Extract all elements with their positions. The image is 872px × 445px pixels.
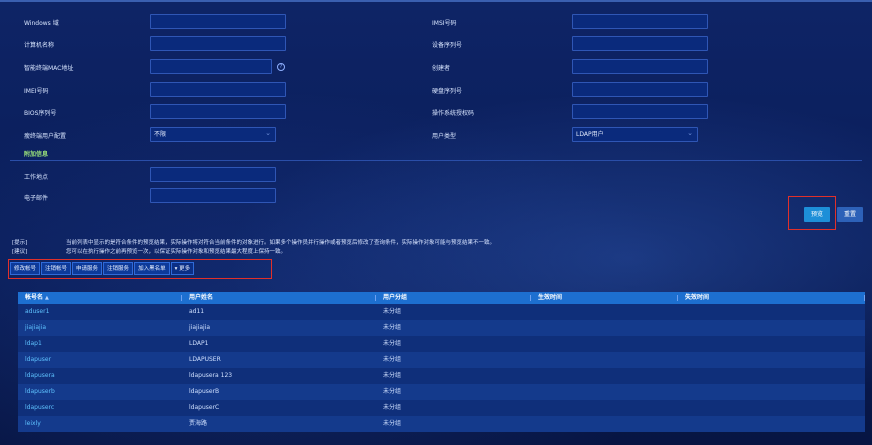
tip-text: 当前列表中显示的是符合条件的预览结果，实际操作将对符合当前条件的对象进行。如果多… xyxy=(66,240,496,246)
group-cell: 未分组 xyxy=(383,420,402,427)
column-header-end-time[interactable]: 失效时间 xyxy=(678,292,865,304)
suggest-text: 您可以在执行操作之前再预览一次，以保证实际操作对象和预览结果最大程度上保持一致。 xyxy=(66,249,287,255)
windows-domain-input[interactable] xyxy=(150,14,286,29)
end-time-cell xyxy=(678,416,865,432)
account-link[interactable]: jiajiajia xyxy=(18,320,182,336)
imei-label: IMEI号码 xyxy=(24,88,49,95)
user-table: 帐号名 ▲ 用户姓名 用户分组 生效时间 失效时间 aduser1 ad11 未分… xyxy=(18,292,865,432)
search-form: Windows 域 计算机名称 智能终端MAC地址 ? IMEI号码 BIOS序… xyxy=(0,0,872,232)
start-time-cell xyxy=(531,416,678,432)
user-type-select[interactable]: LDAP用户 xyxy=(572,127,698,142)
email-input[interactable] xyxy=(150,188,276,203)
creator-label: 创建者 xyxy=(432,65,451,72)
suggest-tag: [建议] xyxy=(12,249,28,255)
disk-serial-label: 硬盘序列号 xyxy=(432,88,463,95)
table-header: 帐号名 ▲ 用户姓名 用户分组 生效时间 失效时间 xyxy=(18,292,865,304)
highlight-box-actions xyxy=(8,259,272,279)
computer-name-label: 计算机名称 xyxy=(24,42,55,49)
os-license-label: 操作系统授权码 xyxy=(432,110,475,117)
start-time-cell xyxy=(531,304,678,320)
help-icon[interactable]: ? xyxy=(277,63,285,71)
end-time-cell xyxy=(678,352,865,368)
user-name-cell: 贾海路 xyxy=(189,420,208,427)
start-time-cell xyxy=(531,320,678,336)
account-link[interactable]: ldapusera xyxy=(18,368,182,384)
os-license-input[interactable] xyxy=(572,104,708,119)
account-link[interactable]: ldapuserb xyxy=(18,384,182,400)
column-header-account[interactable]: 帐号名 ▲ xyxy=(18,292,182,304)
start-time-cell xyxy=(531,352,678,368)
column-separator xyxy=(864,295,865,301)
imsi-input[interactable] xyxy=(572,14,708,29)
table-row[interactable]: ldapuserb ldapuserB 未分组 xyxy=(18,384,865,400)
sort-asc-icon[interactable]: ▲ xyxy=(45,295,49,301)
start-time-cell xyxy=(531,400,678,416)
table-row[interactable]: ldap1 LDAP1 未分组 xyxy=(18,336,865,352)
end-time-cell xyxy=(678,400,865,416)
device-serial-label: 设备序列号 xyxy=(432,42,463,49)
group-cell: 未分组 xyxy=(383,324,402,331)
imsi-label: IMSI号码 xyxy=(432,20,457,27)
end-time-cell xyxy=(678,320,865,336)
user-name-cell: LDAPUSER xyxy=(189,356,221,363)
column-header-start-time[interactable]: 生效时间 xyxy=(531,292,678,304)
user-name-cell: ldapuserC xyxy=(189,404,220,411)
account-link[interactable]: aduser1 xyxy=(18,304,182,320)
start-time-cell xyxy=(531,384,678,400)
start-time-cell xyxy=(531,368,678,384)
device-serial-input[interactable] xyxy=(572,36,708,51)
table-row[interactable]: ldapuser LDAPUSER 未分组 xyxy=(18,352,865,368)
section-divider xyxy=(10,160,862,161)
end-time-cell xyxy=(678,336,865,352)
table-row[interactable]: leixly 贾海路 未分组 xyxy=(18,416,865,432)
work-location-input[interactable] xyxy=(150,167,276,182)
user-name-cell: jiajiajia xyxy=(189,324,211,331)
table-row[interactable]: aduser1 ad11 未分组 xyxy=(18,304,865,320)
email-label: 电子邮件 xyxy=(24,195,49,202)
group-cell: 未分组 xyxy=(383,388,402,395)
end-time-cell xyxy=(678,368,865,384)
group-cell: 未分组 xyxy=(383,356,402,363)
reset-button[interactable]: 重置 xyxy=(837,207,863,222)
account-link[interactable]: ldap1 xyxy=(18,336,182,352)
column-header-name[interactable]: 用户姓名 xyxy=(182,292,376,304)
table-row[interactable]: ldapuserc ldapuserC 未分组 xyxy=(18,400,865,416)
user-name-cell: ldapuserB xyxy=(189,388,220,395)
extra-info-title: 附加信息 xyxy=(24,151,49,158)
user-name-cell: ad11 xyxy=(189,308,205,315)
imei-input[interactable] xyxy=(150,82,286,97)
column-header-group[interactable]: 用户分组 xyxy=(376,292,531,304)
user-name-cell: ldapusera 123 xyxy=(189,372,233,379)
bios-serial-input[interactable] xyxy=(150,104,286,119)
group-cell: 未分组 xyxy=(383,308,402,315)
table-body: aduser1 ad11 未分组 jiajiajia jiajiajia 未分组… xyxy=(18,304,865,432)
mac-address-input[interactable] xyxy=(150,59,272,74)
start-time-cell xyxy=(531,336,678,352)
work-location-label: 工作地点 xyxy=(24,174,49,181)
group-cell: 未分组 xyxy=(383,372,402,379)
account-link[interactable]: ldapuser xyxy=(18,352,182,368)
creator-input[interactable] xyxy=(572,59,708,74)
computer-name-input[interactable] xyxy=(150,36,286,51)
end-time-cell xyxy=(678,384,865,400)
windows-domain-label: Windows 域 xyxy=(24,20,59,27)
user-type-label: 用户类型 xyxy=(432,133,457,140)
thin-client-config-label: 瘦终端用户配置 xyxy=(24,133,67,140)
account-link[interactable]: ldapuserc xyxy=(18,400,182,416)
highlight-box-preview xyxy=(788,196,836,230)
bios-serial-label: BIOS序列号 xyxy=(24,110,57,117)
account-link[interactable]: leixly xyxy=(18,416,182,432)
thin-client-config-select[interactable]: 不限 xyxy=(150,127,276,142)
table-row[interactable]: jiajiajia jiajiajia 未分组 xyxy=(18,320,865,336)
user-name-cell: LDAP1 xyxy=(189,340,209,347)
table-row[interactable]: ldapusera ldapusera 123 未分组 xyxy=(18,368,865,384)
mac-address-label: 智能终端MAC地址 xyxy=(24,65,74,72)
end-time-cell xyxy=(678,304,865,320)
group-cell: 未分组 xyxy=(383,340,402,347)
group-cell: 未分组 xyxy=(383,404,402,411)
tip-tag: [提示] xyxy=(12,240,28,246)
disk-serial-input[interactable] xyxy=(572,82,708,97)
